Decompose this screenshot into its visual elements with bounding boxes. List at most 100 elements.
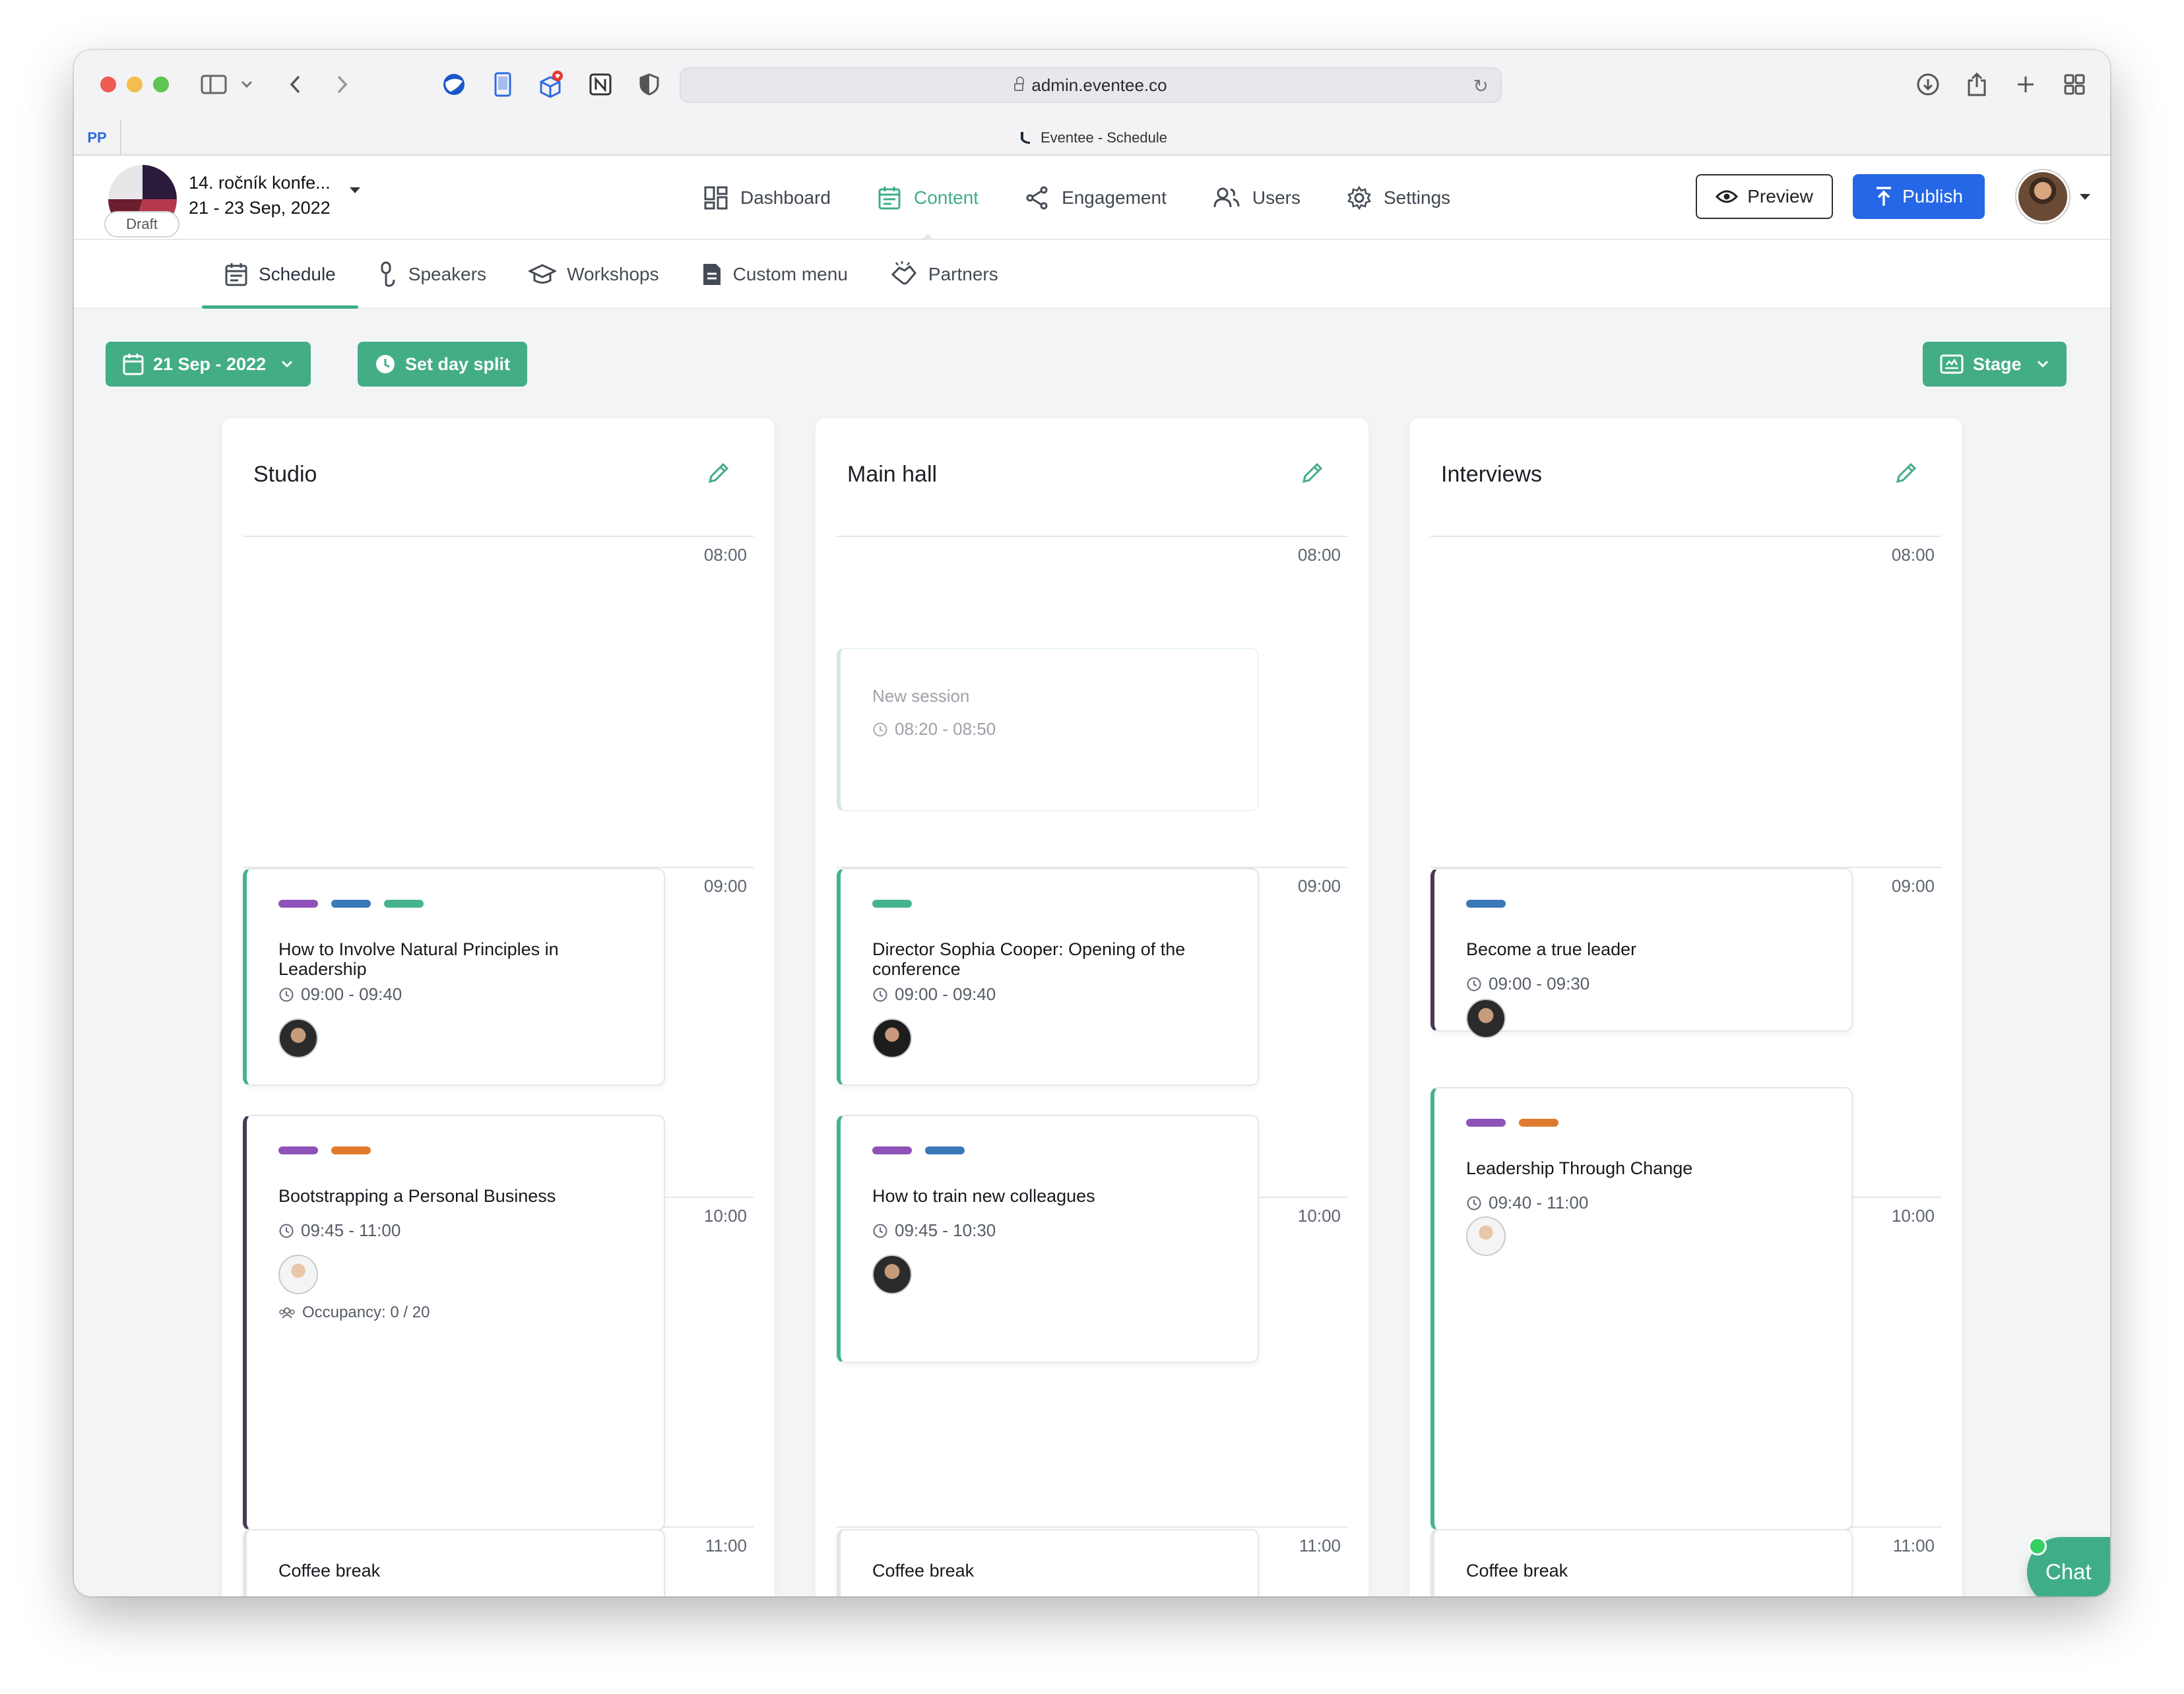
downloads-icon[interactable] xyxy=(1913,70,1943,99)
speaker-avatar[interactable] xyxy=(872,1019,912,1058)
hour-label: 10:00 xyxy=(1297,1206,1341,1226)
speaker-avatar[interactable] xyxy=(278,1019,318,1058)
session-tag xyxy=(331,900,371,908)
tab-schedule[interactable]: Schedule xyxy=(202,240,358,309)
nav-dashboard[interactable]: Dashboard xyxy=(703,156,831,240)
session-title: How to train new colleagues xyxy=(872,1186,1095,1206)
hour-label: 10:00 xyxy=(703,1206,747,1226)
edit-stage-button[interactable] xyxy=(705,459,732,490)
clock-icon xyxy=(279,1224,294,1238)
set-day-split-button[interactable]: Set day split xyxy=(358,342,528,387)
zoom-window-button[interactable] xyxy=(153,77,169,92)
hour-label: 11:00 xyxy=(705,1536,747,1555)
extension-shield-icon[interactable] xyxy=(635,70,664,99)
session-card[interactable]: Leadership Through Change 09:40 - 11:00 xyxy=(1430,1087,1853,1530)
extension-notion-icon[interactable] xyxy=(586,70,615,99)
eventee-favicon-icon xyxy=(1017,130,1033,146)
stage-column: Studio 08:00 09:00 10:00 11:00 How to Involve… xyxy=(222,418,775,1596)
clock-icon xyxy=(873,722,887,736)
hour-label: 11:00 xyxy=(1892,1536,1935,1555)
users-icon xyxy=(1213,187,1240,208)
tab-workshops[interactable]: Workshops xyxy=(526,240,662,309)
extension-box-icon[interactable] xyxy=(536,70,565,99)
nav-users[interactable]: Users xyxy=(1213,156,1301,240)
tab-custom-menu[interactable]: Custom menu xyxy=(699,240,851,309)
status-badge: Draft xyxy=(104,211,179,237)
edit-stage-button[interactable] xyxy=(1892,459,1920,490)
graduation-cap-icon xyxy=(529,264,557,284)
session-title: Leadership Through Change xyxy=(1466,1158,1693,1178)
session-card[interactable]: Coffee break xyxy=(243,1529,665,1596)
browser-toolbar: admin.eventee.co ↻ PP Eventee - Schedule xyxy=(74,50,2110,156)
speaker-avatar[interactable] xyxy=(1466,1216,1506,1256)
session-time: 09:45 - 10:30 xyxy=(872,1220,996,1241)
session-tag xyxy=(1519,1119,1558,1127)
session-tags xyxy=(278,1146,384,1154)
event-switcher-caret-icon[interactable] xyxy=(350,187,360,193)
session-card[interactable]: Coffee break xyxy=(837,1529,1259,1596)
session-title: Bootstrapping a Personal Business xyxy=(278,1186,556,1206)
user-avatar[interactable] xyxy=(2016,170,2069,223)
address-bar[interactable]: admin.eventee.co ↻ xyxy=(680,67,1502,103)
hour-label: 09:00 xyxy=(703,876,747,896)
handshake-icon xyxy=(891,261,916,285)
back-icon[interactable] xyxy=(281,70,310,99)
publish-button[interactable]: Publish xyxy=(1853,174,1985,219)
stage-title: Interviews xyxy=(1441,462,1543,487)
pencil-icon xyxy=(1896,462,1917,484)
hour-label: 08:00 xyxy=(1891,545,1935,565)
speaker-avatar[interactable] xyxy=(872,1255,912,1294)
eye-icon xyxy=(1716,190,1739,203)
event-title[interactable]: 14. ročník konfe... xyxy=(189,173,331,193)
minimize-window-button[interactable] xyxy=(127,77,143,92)
session-card[interactable]: Director Sophia Cooper: Opening of the c… xyxy=(837,868,1259,1086)
sidebar-toggle-icon[interactable] xyxy=(199,70,228,99)
hour-label: 09:00 xyxy=(1891,876,1935,896)
session-card[interactable]: Bootstrapping a Personal Business 09:45 -… xyxy=(243,1115,665,1530)
new-session-placeholder[interactable]: New session 08:20 - 08:50 xyxy=(837,648,1259,811)
tab-overview-icon[interactable] xyxy=(2060,70,2089,99)
speaker-avatar[interactable] xyxy=(278,1255,318,1294)
session-time: 09:40 - 11:00 xyxy=(1466,1193,1588,1213)
session-time: 09:00 - 09:40 xyxy=(872,984,996,1005)
extension-tablet-icon[interactable] xyxy=(488,70,517,99)
forward-icon[interactable] xyxy=(327,70,356,99)
dashboard-icon xyxy=(704,186,728,210)
session-time: 09:45 - 11:00 xyxy=(278,1220,401,1241)
speaker-avatar[interactable] xyxy=(1466,999,1506,1038)
reload-icon[interactable]: ↻ xyxy=(1473,75,1489,97)
microphone-icon xyxy=(381,261,395,287)
date-picker-button[interactable]: 21 Sep - 2022 xyxy=(106,342,311,387)
close-window-button[interactable] xyxy=(100,77,116,92)
session-card[interactable]: Become a true leader 09:00 - 09:30 xyxy=(1430,868,1853,1038)
user-menu-caret-icon[interactable] xyxy=(2080,194,2090,200)
nav-engagement[interactable]: Engagement xyxy=(1025,156,1167,240)
nav-settings[interactable]: Settings xyxy=(1347,156,1450,240)
session-title: Coffee break xyxy=(1466,1561,1568,1581)
preview-button[interactable]: Preview xyxy=(1696,174,1833,219)
clock-icon xyxy=(376,355,395,373)
active-tab[interactable]: Eventee - Schedule xyxy=(74,120,2110,156)
tab-speakers[interactable]: Speakers xyxy=(375,240,489,309)
session-card[interactable]: Coffee break xyxy=(1430,1529,1853,1596)
clock-icon xyxy=(1467,977,1481,991)
new-tab-icon[interactable] xyxy=(2011,70,2040,99)
nav-content[interactable]: Content xyxy=(877,156,979,241)
session-tag xyxy=(1466,900,1506,908)
session-tag xyxy=(331,1146,371,1154)
session-title: How to Involve Natural Principles in Lea… xyxy=(278,939,559,979)
edit-stage-button[interactable] xyxy=(1299,459,1326,490)
share-icon[interactable] xyxy=(1962,70,1991,99)
clock-icon xyxy=(873,988,887,1001)
clock-icon xyxy=(279,988,294,1001)
extension-globe-icon[interactable] xyxy=(439,70,468,99)
session-title: Coffee break xyxy=(872,1561,975,1581)
tab-partners[interactable]: Partners xyxy=(887,240,1001,309)
chevron-down-icon[interactable] xyxy=(232,70,261,99)
session-tags xyxy=(872,900,925,908)
browser-window: admin.eventee.co ↻ PP Eventee - Schedule… xyxy=(74,50,2110,1596)
session-card[interactable]: How to train new colleagues 09:45 - 10:30 xyxy=(837,1115,1259,1363)
stage-column: Interviews 08:00 09:00 10:00 11:00 Become a t… xyxy=(1409,418,1962,1596)
stage-filter-button[interactable]: Stage xyxy=(1923,342,2067,387)
session-card[interactable]: How to Involve Natural Principles in Lea… xyxy=(243,868,665,1086)
